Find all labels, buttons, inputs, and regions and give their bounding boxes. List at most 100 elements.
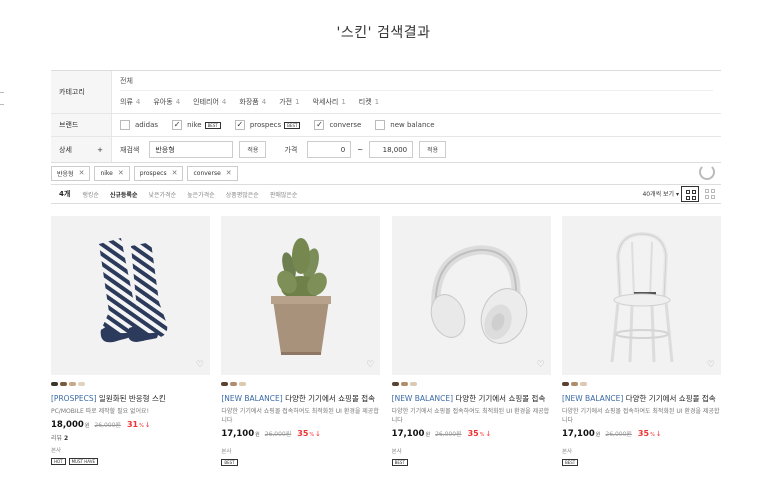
product-title: 일원화된 반응형 스킨 bbox=[96, 394, 166, 403]
color-swatches bbox=[391, 382, 551, 387]
color-swatch[interactable] bbox=[239, 382, 247, 386]
product-brand: [PROSPECS] bbox=[51, 394, 97, 403]
color-swatch[interactable] bbox=[60, 382, 67, 386]
research-apply-button[interactable]: 적용 bbox=[239, 141, 267, 158]
filter-chip[interactable]: nike ✕ bbox=[94, 165, 130, 181]
brand-option[interactable]: ✓ prospecs BEST bbox=[234, 120, 301, 130]
sort-option[interactable]: 낮은가격순 bbox=[148, 190, 176, 199]
category-item[interactable]: 악세사리 1 bbox=[313, 97, 346, 107]
filter-chip[interactable]: converse ✕ bbox=[187, 165, 238, 181]
refresh-icon[interactable] bbox=[699, 164, 715, 180]
category-item[interactable]: 화장품 4 bbox=[239, 97, 266, 107]
category-item[interactable]: 의류 4 bbox=[120, 97, 140, 107]
category-item[interactable]: 티켓 1 bbox=[359, 97, 379, 107]
price-apply-button[interactable]: 적용 bbox=[419, 141, 447, 158]
close-icon[interactable]: ✕ bbox=[118, 169, 124, 177]
color-swatch[interactable] bbox=[230, 382, 238, 386]
category-item[interactable]: 유아동 4 bbox=[153, 97, 180, 107]
currency-unit: 원 bbox=[425, 432, 431, 438]
close-icon[interactable]: ✕ bbox=[172, 169, 178, 177]
product-name[interactable]: [NEW BALANCE] 다양한 기기에서 쇼핑몰 접속 bbox=[562, 393, 721, 404]
color-swatch[interactable] bbox=[69, 382, 76, 386]
brand-option[interactable]: new balance bbox=[375, 120, 435, 130]
brand-option-label: adidas bbox=[135, 121, 159, 129]
filter-panel: 카테고리 전체 의류 4 유아동 4 인테리어 4 화장품 4 가전 1 악세사리 1 티켓… bbox=[51, 70, 721, 163]
brand-option[interactable]: ✓ converse bbox=[314, 120, 361, 130]
color-swatch[interactable] bbox=[391, 382, 399, 386]
brand-content: adidas ✓ nike BEST ✓ prospecs BEST ✓ converse… bbox=[112, 114, 721, 136]
color-swatch[interactable] bbox=[400, 382, 408, 386]
per-page-select[interactable]: 40개씩 보기 ▾ bbox=[642, 189, 679, 198]
product-image[interactable]: ♡ bbox=[561, 216, 721, 375]
color-swatch[interactable] bbox=[78, 382, 85, 386]
best-badge: BEST bbox=[204, 121, 221, 129]
category-item[interactable]: 인테리어 4 bbox=[193, 97, 226, 107]
review-number: 2 bbox=[63, 435, 69, 442]
percent-sign: % bbox=[479, 432, 485, 438]
category-item-label: 의류 bbox=[120, 98, 133, 106]
color-swatch[interactable] bbox=[579, 382, 587, 386]
price-max-input[interactable]: 18,000 bbox=[369, 141, 414, 158]
product-image[interactable]: ♡ bbox=[51, 216, 210, 375]
color-swatch[interactable] bbox=[561, 382, 569, 386]
sort-option[interactable]: 판매많은순 bbox=[270, 190, 298, 199]
sort-option[interactable]: 랭킹순 bbox=[82, 190, 99, 199]
original-price: 26,000원 bbox=[94, 422, 121, 429]
chip-label: 반응형 bbox=[57, 170, 74, 178]
product-image[interactable]: ♡ bbox=[391, 216, 551, 375]
brand-checkbox[interactable]: ✓ bbox=[172, 120, 183, 130]
color-swatch[interactable] bbox=[409, 382, 417, 386]
filter-chip[interactable]: prospecs ✕ bbox=[133, 165, 184, 181]
product-card[interactable]: ♡ [PROSPECS] 일원화된 반응형 스킨 PC/MOBILE 따로 제작… bbox=[51, 216, 210, 466]
heart-icon[interactable]: ♡ bbox=[707, 360, 715, 370]
brand-option[interactable]: ✓ nike BEST bbox=[172, 120, 221, 130]
sort-option-active[interactable]: 신규등록순 bbox=[110, 190, 138, 199]
brand-option-label: nike bbox=[187, 121, 202, 129]
category-item-label: 티켓 bbox=[358, 98, 372, 106]
result-count: 4개 bbox=[59, 190, 71, 198]
heart-icon[interactable]: ♡ bbox=[366, 360, 374, 370]
discount-rate: 35 bbox=[637, 429, 650, 438]
color-swatches bbox=[221, 382, 380, 387]
brand-option[interactable]: adidas bbox=[120, 120, 158, 130]
detail-toggle-icon[interactable]: + bbox=[97, 146, 103, 154]
product-name[interactable]: [PROSPECS] 일원화된 반응형 스킨 bbox=[51, 393, 210, 404]
product-card[interactable]: ♡ [NEW BALANCE] 다양한 기기에서 쇼핑몰 접속 다양한 기기에서… bbox=[391, 216, 551, 466]
chip-label: prospecs bbox=[139, 169, 167, 177]
product-name[interactable]: [NEW BALANCE] 다양한 기기에서 쇼핑몰 접속 bbox=[392, 393, 551, 404]
sort-option[interactable]: 상품평많은순 bbox=[226, 190, 259, 199]
research-input[interactable]: 반응형 bbox=[149, 141, 234, 158]
filter-chip[interactable]: 반응형 ✕ bbox=[51, 165, 91, 181]
product-description: 다양한 기기에서 쇼핑몰 접속하여도 최적화된 UI 환경을 제공합니다 bbox=[561, 408, 720, 424]
socks-image bbox=[99, 238, 168, 343]
price-min-input[interactable]: 0 bbox=[307, 141, 352, 158]
brand-checkbox[interactable] bbox=[375, 120, 386, 130]
shipping-info: 본사 bbox=[221, 449, 232, 455]
category-all[interactable]: 전체 bbox=[120, 71, 713, 91]
brand-checkbox[interactable]: ✓ bbox=[314, 120, 325, 130]
product-card[interactable]: ♡ [NEW BALANCE] 다양한 기기에서 쇼핑몰 접속 다양한 기기에서… bbox=[221, 216, 381, 466]
currency-unit: 원 bbox=[595, 432, 601, 438]
product-card[interactable]: ♡ [NEW BALANCE] 다양한 기기에서 쇼핑몰 접속 다양한 기기에서… bbox=[561, 216, 721, 466]
grid-view-icon[interactable] bbox=[681, 186, 699, 202]
category-item[interactable]: 가전 1 bbox=[279, 97, 299, 107]
close-icon[interactable]: ✕ bbox=[79, 169, 85, 177]
color-swatch[interactable] bbox=[221, 382, 229, 386]
product-name[interactable]: [NEW BALANCE] 다양한 기기에서 쇼핑몰 접속 bbox=[221, 393, 380, 404]
research-label: 재검색 bbox=[120, 145, 140, 154]
color-swatch[interactable] bbox=[51, 382, 58, 386]
product-tags: BEST bbox=[561, 459, 721, 466]
close-icon[interactable]: ✕ bbox=[226, 169, 232, 177]
side-marker bbox=[0, 104, 4, 105]
sort-option[interactable]: 높은가격순 bbox=[187, 190, 215, 199]
heart-icon[interactable]: ♡ bbox=[196, 360, 204, 370]
heart-icon[interactable]: ♡ bbox=[537, 360, 545, 370]
color-swatch[interactable] bbox=[570, 382, 578, 386]
brand-checkbox[interactable]: ✓ bbox=[234, 120, 245, 130]
product-image[interactable]: ♡ bbox=[221, 216, 381, 375]
discount-rate: 35 bbox=[297, 429, 309, 438]
detail-content: 재검색 반응형 적용 가격 0 ~ 18,000 적용 bbox=[112, 137, 721, 162]
brand-checkbox[interactable] bbox=[120, 120, 130, 130]
discount-rate: 31 bbox=[126, 420, 139, 429]
list-view-icon[interactable] bbox=[701, 186, 719, 202]
